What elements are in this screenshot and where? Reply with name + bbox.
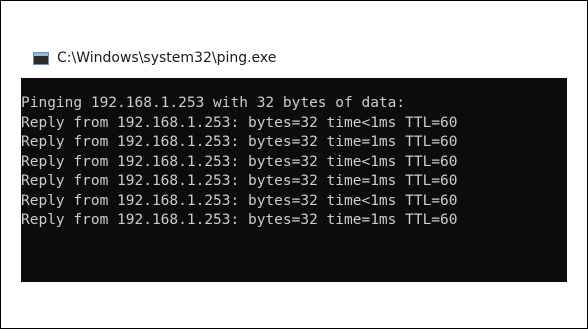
console-header-line: Pinging 192.168.1.253 with 32 bytes of d… bbox=[21, 95, 406, 111]
console-app-icon bbox=[33, 51, 49, 65]
screenshot-frame: C:\Windows\system32\ping.exe Pinging 192… bbox=[0, 0, 588, 329]
window-title: C:\Windows\system32\ping.exe bbox=[57, 50, 277, 66]
console-reply-line: Reply from 192.168.1.253: bytes=32 time=… bbox=[21, 173, 458, 189]
console-reply-line: Reply from 192.168.1.253: bytes=32 time<… bbox=[21, 192, 458, 209]
console-reply-line: Reply from 192.168.1.253: bytes=32 time=… bbox=[21, 212, 458, 228]
window-titlebar[interactable]: C:\Windows\system32\ping.exe bbox=[21, 42, 581, 74]
console-reply-line: Reply from 192.168.1.253: bytes=32 time<… bbox=[21, 153, 458, 170]
console-reply-line: Reply from 192.168.1.253: bytes=32 time=… bbox=[21, 134, 458, 150]
console-output[interactable]: Pinging 192.168.1.253 with 32 bytes of d… bbox=[21, 78, 567, 282]
console-reply-line: Reply from 192.168.1.253: bytes=32 time<… bbox=[21, 114, 458, 131]
